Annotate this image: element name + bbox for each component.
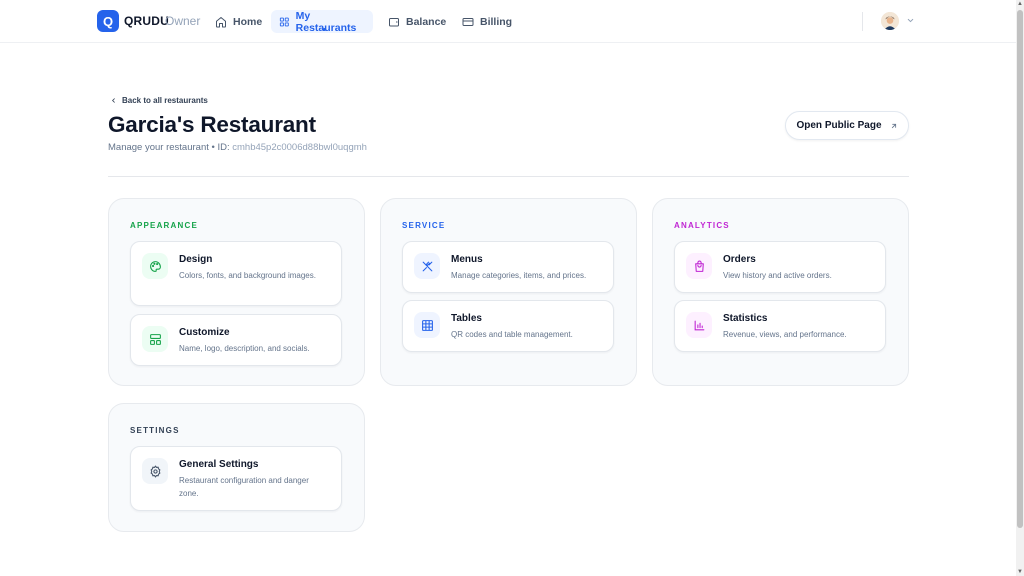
card-design[interactable]: Design Colors, fonts, and background ima… (130, 241, 342, 306)
layout-icon (142, 326, 168, 352)
card-title-general-settings: General Settings (179, 459, 259, 470)
top-navbar: Q QRUDU Owner Home My Restaurants Balanc… (0, 0, 1016, 43)
grid-icon (279, 17, 289, 26)
bar-chart-icon (686, 312, 712, 338)
card-statistics[interactable]: Statistics Revenue, views, and performan… (674, 300, 886, 352)
nav-my-restaurants[interactable]: My Restaurants (271, 9, 373, 34)
wallet-icon (389, 17, 399, 26)
card-title-orders: Orders (723, 254, 756, 265)
external-arrow-icon (891, 123, 896, 128)
page: Q QRUDU Owner Home My Restaurants Balanc… (0, 0, 1024, 576)
nav-home-label: Home (233, 15, 263, 28)
logo-icon[interactable]: Q (97, 10, 119, 32)
card-tables[interactable]: Tables QR codes and table management. (402, 300, 614, 352)
page-title: Garcia's Restaurant (108, 112, 316, 137)
back-to-restaurants-link[interactable]: Back to all restaurants (110, 96, 208, 105)
section-title-appearance: APPEARANCE (130, 221, 199, 230)
palette-icon (142, 253, 168, 279)
section-appearance: APPEARANCE Design Colors, fonts, and bac… (108, 198, 365, 386)
section-title-service: SERVICE (402, 221, 446, 230)
header-divider (108, 176, 909, 177)
card-desc-statistics: Revenue, views, and performance. (723, 330, 847, 339)
card-desc-menus: Manage categories, items, and prices. (451, 271, 587, 280)
card-desc-design: Colors, fonts, and background images. (179, 271, 316, 280)
page-subtitle: Manage your restaurant • ID: cmhb45p2c00… (108, 142, 367, 153)
nav-separator (862, 12, 863, 31)
scroll-down-arrow-icon[interactable]: ▼ (1017, 569, 1023, 575)
card-orders[interactable]: Orders View history and active orders. (674, 241, 886, 293)
active-indicator-dot (323, 28, 326, 31)
card-title-tables: Tables (451, 313, 482, 324)
brand-subtitle: Owner (165, 14, 201, 28)
back-link-label: Back to all restaurants (122, 96, 208, 105)
card-desc-customize: Name, logo, description, and socials. (179, 344, 310, 353)
nav-balance-label: Balance (406, 15, 447, 28)
gear-icon (142, 458, 168, 484)
chevron-left-icon (112, 98, 115, 103)
card-title-design: Design (179, 254, 213, 265)
scrollbar-thumb[interactable] (1017, 10, 1023, 528)
section-analytics: ANALYTICS Orders View history and active… (652, 198, 909, 386)
user-avatar-icon[interactable] (881, 12, 899, 30)
section-title-settings: SETTINGS (130, 426, 180, 435)
card-customize[interactable]: Customize Name, logo, description, and s… (130, 314, 342, 366)
nav-billing-label: Billing (480, 15, 513, 28)
utensils-icon (414, 253, 440, 279)
credit-card-icon (462, 17, 474, 26)
nav-home[interactable]: Home (207, 10, 270, 33)
restaurant-id: cmhb45p2c0006d88bwl0uqgmh (232, 142, 367, 153)
chevron-down-icon[interactable] (906, 16, 915, 25)
section-title-analytics: ANALYTICS (674, 221, 730, 230)
nav-balance[interactable]: Balance (380, 10, 454, 33)
open-public-page-button[interactable]: Open Public Page (785, 111, 909, 140)
shopping-bag-icon (686, 253, 712, 279)
card-desc-tables: QR codes and table management. (451, 330, 573, 339)
table-grid-icon (414, 312, 440, 338)
card-desc-orders: View history and active orders. (723, 271, 832, 280)
card-desc-general-settings: Restaurant configuration and danger zone… (179, 476, 309, 498)
page-scrollbar[interactable]: ▲ ▼ (1016, 0, 1024, 576)
card-title-customize: Customize (179, 327, 230, 338)
nav-my-restaurants-label: My Restaurants (295, 9, 357, 34)
section-settings: SETTINGS General Settings Restaurant con… (108, 403, 365, 532)
subtitle-prefix: Manage your restaurant • ID: (108, 142, 233, 153)
card-general-settings[interactable]: General Settings Restaurant configuratio… (130, 446, 342, 511)
card-title-statistics: Statistics (723, 313, 768, 324)
card-menus[interactable]: Menus Manage categories, items, and pric… (402, 241, 614, 293)
open-public-page-label: Open Public Page (796, 120, 882, 131)
card-title-menus: Menus (451, 254, 483, 265)
nav-billing[interactable]: Billing (454, 10, 520, 33)
scroll-up-arrow-icon[interactable]: ▲ (1017, 1, 1023, 7)
home-icon (216, 16, 226, 27)
section-service: SERVICE Menus Manage categories, items, … (380, 198, 637, 386)
brand-name[interactable]: QRUDU (124, 14, 169, 28)
